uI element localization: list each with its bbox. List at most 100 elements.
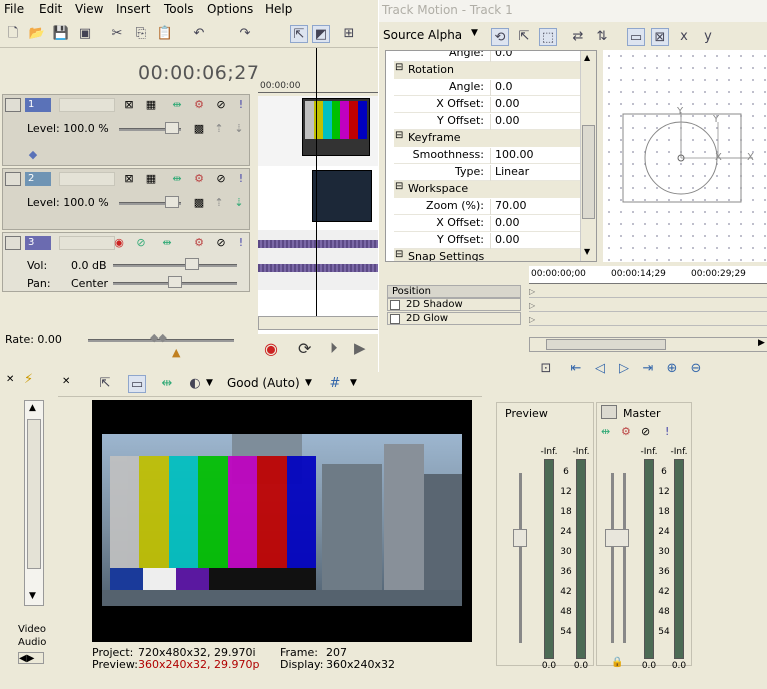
property-scrollbar[interactable]: ▲ ▼ (580, 51, 596, 261)
scroll-thumb[interactable] (582, 125, 595, 219)
track-name-field[interactable] (59, 236, 115, 250)
keyframe-marker-icon[interactable]: ▷ (529, 287, 535, 296)
edit-tool-icon[interactable]: ⇱ (515, 28, 533, 46)
envelope-tool-icon[interactable]: ◩ (312, 25, 330, 43)
scroll-down-icon[interactable]: ▼ (29, 591, 36, 601)
mute-icon[interactable]: ⊘ (213, 97, 229, 113)
video-tab-label[interactable]: Video (18, 624, 46, 635)
track-header-1[interactable]: 1 ⊠ ▦ ⇹ ⚙ ⊘ ! Level: 100.0 % ▩ ⇡ ⇣ ◆ (2, 94, 250, 166)
preview-fader-track[interactable] (519, 473, 522, 643)
property-grid[interactable]: Angle:0.0RotationAngle:0.0X Offset:0.00Y… (385, 50, 597, 262)
prev-keyframe-icon[interactable]: ◁ (591, 360, 609, 378)
source-alpha-dropdown[interactable]: Source Alpha ▼ (383, 26, 481, 46)
move-y-icon[interactable]: ⇅ (593, 28, 611, 46)
chevron-down-icon[interactable]: ▼ (305, 378, 312, 388)
save-icon[interactable]: 💾 (52, 25, 70, 43)
track-fx-icon[interactable]: ⚙ (191, 171, 207, 187)
keyframe-lanes[interactable]: ▷ ▷ ▷ (529, 285, 767, 333)
track-fx-icon[interactable]: ⚙ (191, 235, 207, 251)
mute-icon[interactable]: ⊘ (213, 235, 229, 251)
timeline-ruler[interactable]: 00:00:00 (258, 48, 380, 96)
video-track-lane-2[interactable] (258, 166, 380, 228)
track-motion-title[interactable]: Track Motion - Track 1 (379, 0, 767, 22)
property-row[interactable]: Type: Linear (394, 164, 584, 181)
property-category[interactable]: Rotation (394, 62, 584, 79)
property-row[interactable]: Smoothness: 100.00 (394, 147, 584, 164)
chevron-down-icon[interactable]: ▼ (350, 378, 357, 388)
preview-fx-icon[interactable]: ⇹ (158, 375, 176, 393)
master-mute-icon[interactable]: ⊘ (641, 425, 650, 438)
scroll-up-icon[interactable]: ▲ (29, 403, 36, 413)
rate-slider-thumb-icon[interactable]: ◆◆ (150, 331, 167, 344)
keyframe-scrollbar[interactable]: ▶ (529, 337, 767, 352)
glow-checkbox[interactable] (390, 314, 400, 324)
glow-row[interactable]: 2D Glow (387, 312, 521, 325)
lock-aspect-icon[interactable]: ⊠ (651, 28, 669, 46)
compositing-mode-icon[interactable]: ▩ (191, 121, 207, 137)
volume-slider[interactable] (113, 264, 237, 267)
master-motion-icon[interactable]: ⇹ (601, 425, 610, 438)
master-fx-icon[interactable]: ⚙ (621, 425, 631, 438)
color-bars-clip[interactable] (302, 98, 370, 156)
bypass-motion-blur-icon[interactable]: ⊠ (121, 171, 137, 187)
menu-options[interactable]: Options (207, 2, 253, 16)
track-motion-icon[interactable]: ⇹ (169, 97, 185, 113)
record-icon[interactable]: ◉ (264, 339, 278, 358)
video-properties-icon[interactable]: ⇱ (96, 375, 114, 393)
track-minimize-icon[interactable] (5, 98, 21, 112)
paste-icon[interactable]: 📋 (156, 25, 174, 43)
timeline-scrollbar[interactable] (258, 316, 380, 330)
scroll-left-right-icon[interactable]: ◀▶ (18, 652, 44, 664)
track-fx-icon[interactable]: ⚙ (191, 97, 207, 113)
shadow-row[interactable]: 2D Shadow (387, 298, 521, 311)
compositing-mode-icon[interactable]: ▩ (191, 195, 207, 211)
master-fader-track-left[interactable] (611, 473, 614, 643)
property-value[interactable]: 0.0 (490, 51, 584, 62)
solo-icon[interactable]: ! (233, 97, 249, 113)
copy-icon[interactable]: ⎘ (132, 25, 150, 43)
track-minimize-icon[interactable] (5, 236, 21, 250)
mute-icon[interactable]: ⊘ (213, 171, 229, 187)
rotate-icon[interactable]: ⟲ (491, 28, 509, 46)
pan-slider-thumb[interactable] (168, 276, 182, 288)
track-motion-icon[interactable]: ⇹ (169, 171, 185, 187)
split-screen-icon[interactable]: ◐ (186, 375, 204, 393)
menu-edit[interactable]: Edit (39, 2, 62, 16)
prevent-x-icon[interactable]: x (675, 28, 693, 46)
track-minimize-icon[interactable] (5, 172, 21, 186)
track-name-field[interactable] (59, 172, 115, 186)
property-row[interactable]: Y Offset: 0.00 (394, 113, 584, 130)
property-value[interactable]: Linear (490, 165, 584, 181)
master-fader-track-right[interactable] (623, 473, 626, 643)
prevent-y-icon[interactable]: y (699, 28, 717, 46)
master-solo-icon[interactable]: ! (665, 425, 669, 438)
loop-playback-icon[interactable]: ⟳ (298, 339, 311, 358)
solo-icon[interactable]: ! (233, 171, 249, 187)
volume-slider-thumb[interactable] (185, 258, 199, 270)
overlays-grid-icon[interactable]: # (326, 375, 344, 393)
bypass-motion-blur-icon[interactable]: ⊠ (121, 97, 137, 113)
fader-lock-icon[interactable]: 🔒 (611, 657, 623, 668)
audio-track-lane[interactable] (258, 230, 380, 290)
external-monitor-icon[interactable]: ▭ (128, 375, 146, 393)
property-value[interactable]: 0.00 (490, 114, 584, 130)
play-icon[interactable]: ▶ (354, 339, 366, 357)
3d-box-icon[interactable]: ⬚ (539, 28, 557, 46)
lightning-icon[interactable]: ⚡ (24, 372, 33, 387)
lock-envelopes-icon[interactable]: ⊡ (537, 360, 555, 378)
menu-file[interactable]: File (4, 2, 24, 16)
snapping-icon[interactable]: ⊞ (340, 25, 358, 43)
open-icon[interactable]: 📂 (28, 25, 46, 43)
preview-quality-dropdown[interactable]: Good (Auto) (227, 376, 300, 390)
make-child-icon[interactable]: ⇣ (231, 121, 247, 137)
new-icon[interactable]: 🗋 (4, 25, 22, 43)
compositing-child-icon[interactable]: ▦ (143, 171, 159, 187)
cut-icon[interactable]: ✂ (108, 25, 126, 43)
master-fader-thumb[interactable] (605, 529, 629, 547)
undo-icon[interactable]: ↶ (190, 25, 208, 43)
level-slider-thumb[interactable] (165, 122, 179, 134)
play-from-start-icon[interactable]: ⏵ (330, 339, 338, 357)
scroll-thumb[interactable] (27, 419, 41, 569)
master-properties-icon[interactable] (601, 405, 617, 419)
property-category[interactable]: Snap Settings (394, 249, 584, 261)
